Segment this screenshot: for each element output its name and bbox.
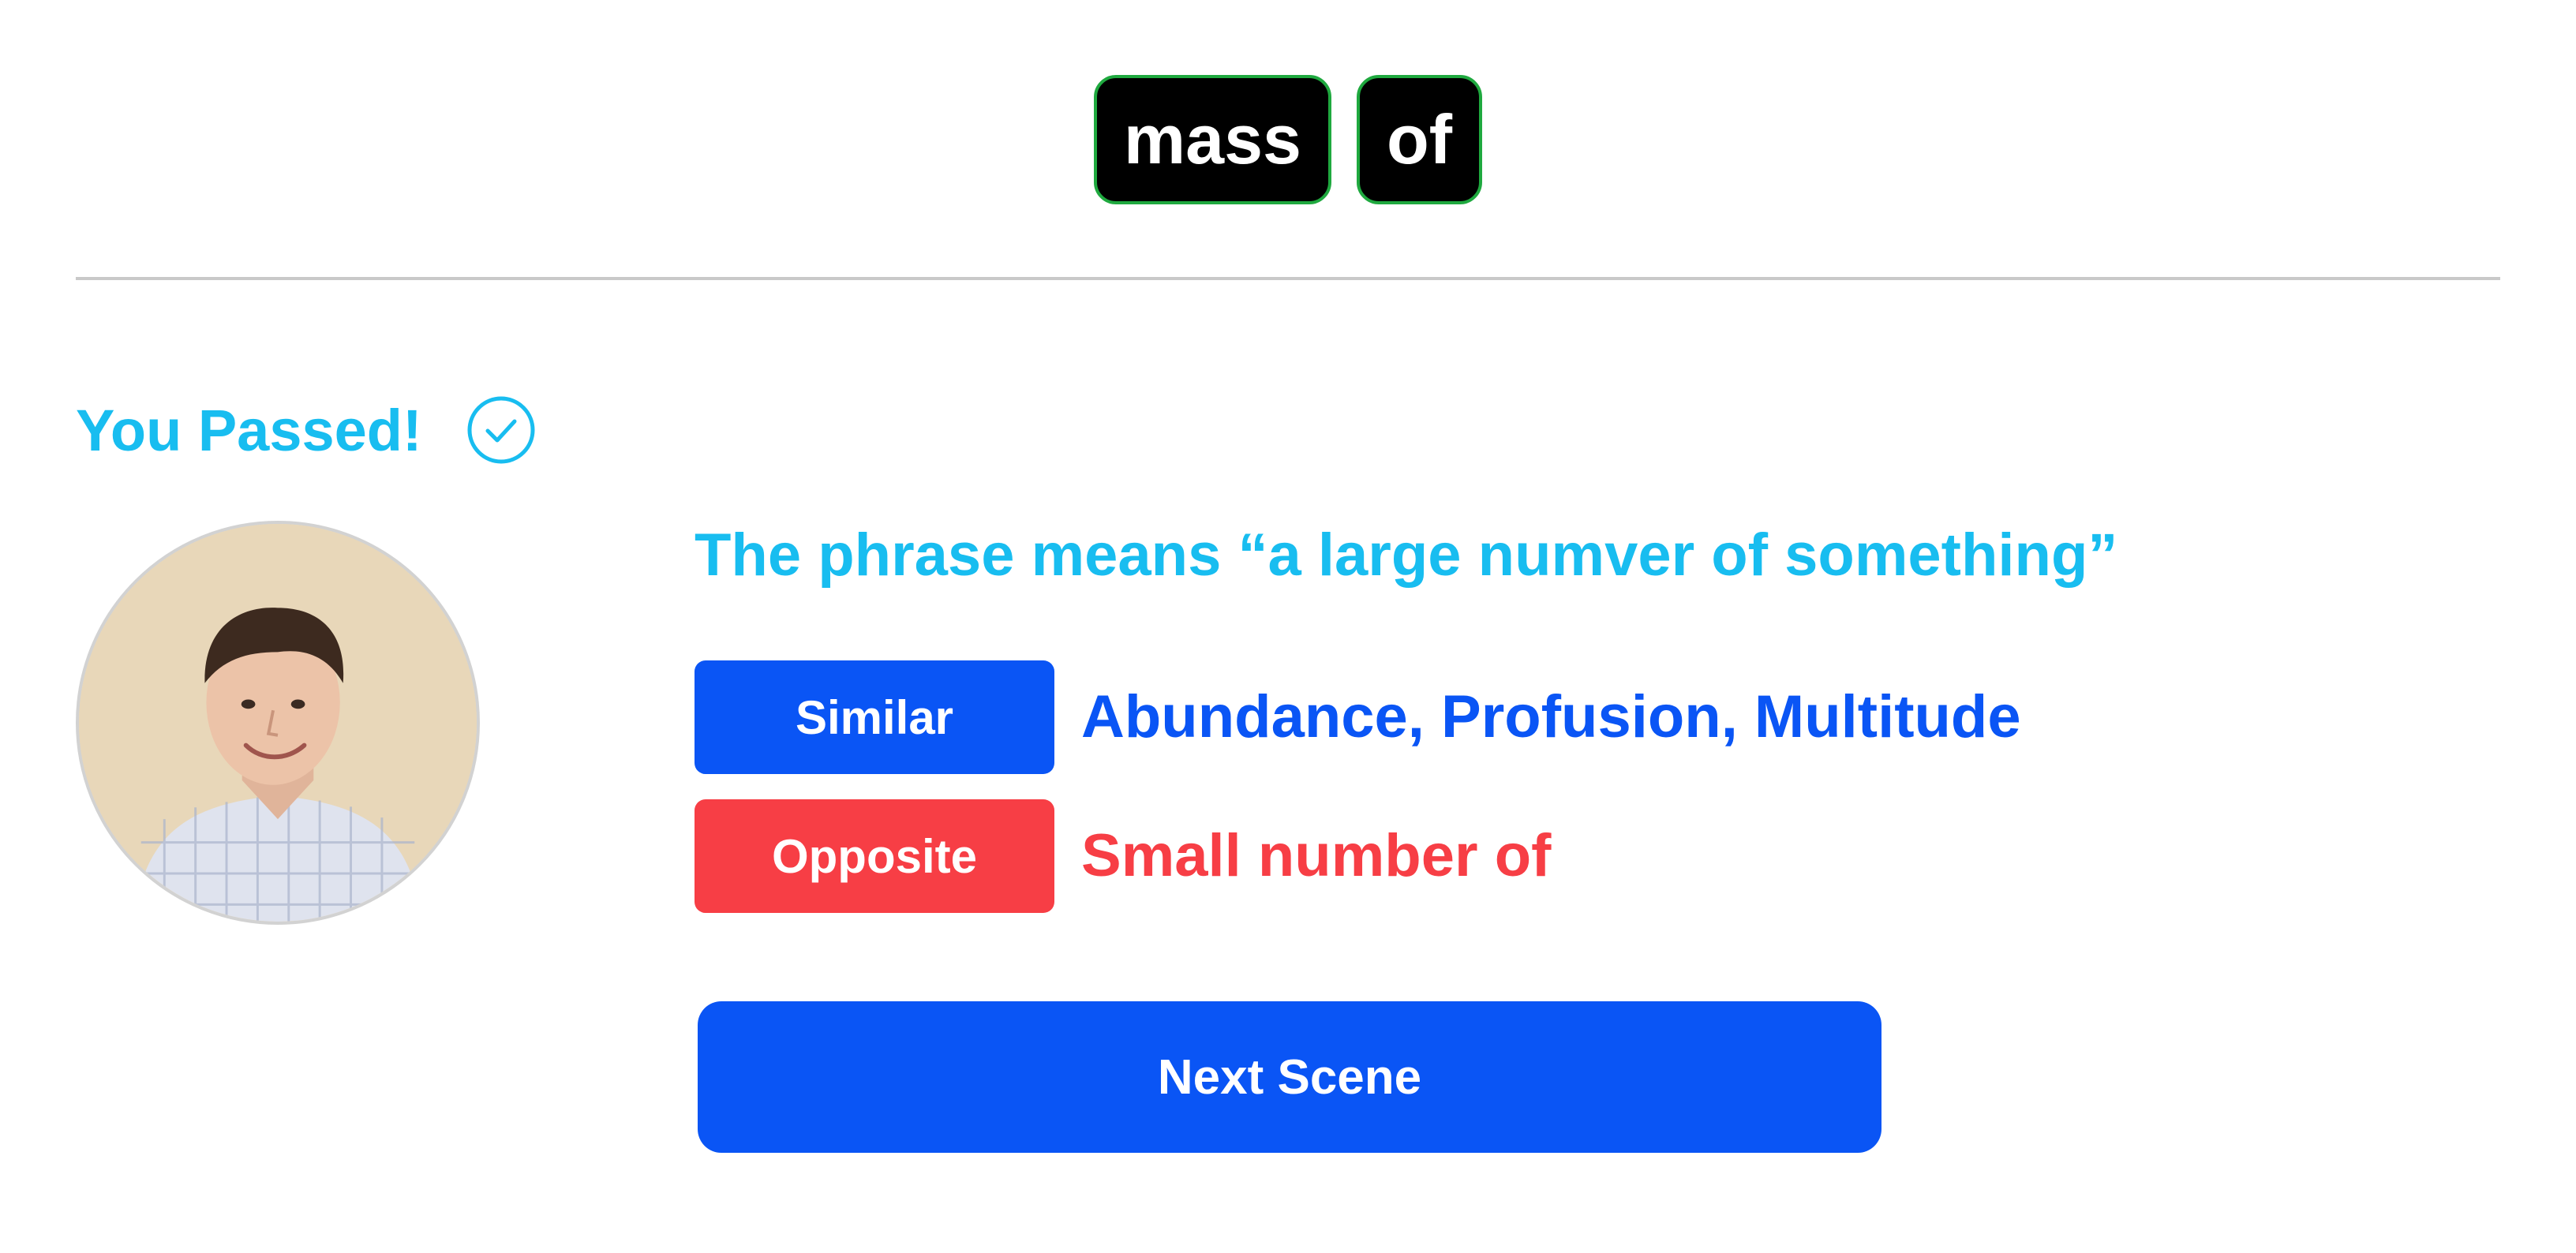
avatar: [76, 521, 480, 925]
similar-words: Abundance, Profusion, Multitude: [1081, 683, 2021, 750]
check-circle-icon: [466, 395, 536, 465]
divider: [76, 277, 2500, 280]
opposite-words: Small number of: [1081, 822, 1552, 889]
result-banner: You Passed!: [76, 387, 536, 473]
profile-photo: [79, 524, 477, 922]
similar-badge: Similar: [695, 660, 1054, 774]
opposite-badge: Opposite: [695, 799, 1054, 913]
word-tile-of[interactable]: of: [1357, 75, 1483, 204]
word-tile-mass[interactable]: mass: [1093, 75, 1331, 204]
word-tiles: mass of: [0, 75, 2576, 204]
phrase-meaning: The phrase means “a large numver of some…: [695, 522, 2118, 589]
next-scene-button[interactable]: Next Scene: [698, 1001, 1881, 1153]
result-text: You Passed!: [76, 397, 422, 463]
